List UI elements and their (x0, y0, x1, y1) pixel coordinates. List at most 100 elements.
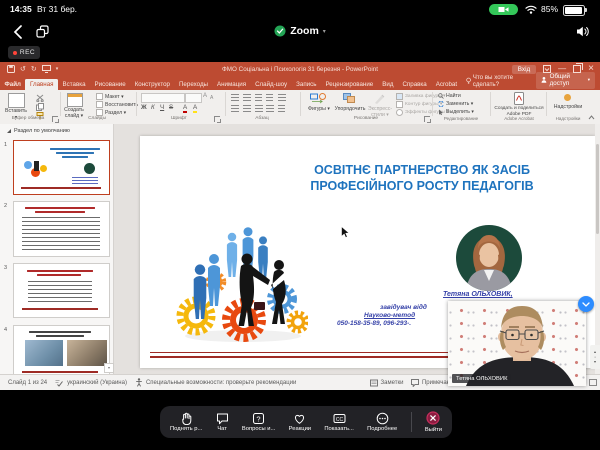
accessibility-status[interactable]: Специальные возможности: проверьте реком… (146, 380, 296, 386)
chevron-down-icon (582, 302, 590, 307)
select-button[interactable]: Выделить ▾ (438, 109, 474, 115)
slide-number: 2 (4, 203, 7, 209)
increase-indent-icon[interactable] (266, 94, 273, 101)
qat-customize-icon[interactable]: ▾ (56, 66, 59, 72)
paste-icon[interactable] (8, 93, 25, 108)
arrange-button[interactable]: Упорядочить (332, 106, 368, 112)
redo-icon[interactable]: ↻ (31, 65, 37, 73)
tab-record[interactable]: Запись (292, 79, 321, 91)
tab-home[interactable]: Главная (25, 79, 58, 91)
restore-icon[interactable] (573, 65, 581, 73)
paragraph-group-label: Абзац (227, 116, 297, 121)
tab-animations[interactable]: Анимация (213, 79, 251, 91)
section-header[interactable]: Раздел по умолчанию (7, 128, 70, 134)
tab-slideshow[interactable]: Слайд-шоу (251, 79, 292, 91)
font-dialog-launcher-icon[interactable] (214, 116, 220, 122)
qa-button[interactable]: ? Вопросы и... (242, 412, 275, 433)
adobe-pdf-button[interactable]: Создать и поделиться (492, 106, 546, 111)
shapes-button[interactable]: Фигуры ▾ (302, 106, 336, 112)
tab-file[interactable]: Файл (0, 79, 25, 91)
section-expand-icon (7, 129, 11, 133)
participant-video[interactable]: Тетяна ОЛЬХОВИК (448, 301, 586, 386)
ribbon-display-icon[interactable] (543, 65, 551, 73)
close-icon[interactable]: × (588, 65, 594, 73)
slide-thumbnail-1[interactable] (13, 140, 110, 195)
meeting-title-bar[interactable]: Zoom ▾ (0, 22, 600, 40)
save-icon[interactable] (7, 65, 15, 73)
strikethrough-button[interactable]: S (169, 104, 173, 111)
tab-review[interactable]: Рецензирование (321, 79, 378, 91)
notes-button[interactable]: Заметки (370, 379, 403, 387)
reactions-button[interactable]: Реакции (289, 412, 311, 433)
slide-scrollbar[interactable] (595, 124, 600, 375)
decrease-indent-icon[interactable] (255, 94, 262, 101)
slide-rule-thick (150, 356, 452, 358)
align-right-icon[interactable] (255, 105, 263, 112)
section-button[interactable]: Раздел ▾ (96, 109, 126, 116)
highlight-button[interactable]: А (193, 104, 197, 113)
sign-in-button[interactable]: Вхід (512, 65, 536, 74)
captions-button[interactable]: CC Показать... (324, 412, 353, 433)
underline-button[interactable]: Ч (160, 104, 164, 111)
more-button[interactable]: Подробнее (367, 412, 397, 433)
tab-draw[interactable]: Рисование (90, 79, 130, 91)
accessibility-icon[interactable] (135, 378, 143, 387)
tab-insert[interactable]: Вставка (58, 79, 90, 91)
grow-font-button[interactable]: А (203, 93, 207, 99)
share-button[interactable]: Общий доступ ▾ (536, 72, 595, 89)
arrow-down-icon: ▾ (594, 360, 596, 364)
tab-help[interactable]: Справка (398, 79, 431, 91)
columns-icon[interactable] (278, 105, 285, 112)
font-color-button[interactable]: А (183, 104, 187, 113)
video-active-pill[interactable] (489, 4, 518, 15)
addins-button[interactable]: Надстройки (546, 104, 590, 110)
minimize-icon[interactable]: — (558, 65, 566, 73)
minimize-video-button[interactable] (578, 296, 594, 312)
slideshow-icon[interactable] (42, 65, 51, 73)
tab-design[interactable]: Конструктор (130, 79, 174, 91)
thumbnail-scroll-down-button[interactable]: ▾ (104, 363, 114, 373)
speaker-photo (456, 225, 522, 291)
bold-button[interactable]: Ж (141, 104, 147, 111)
language-button[interactable]: украинский (Украина) (67, 380, 127, 386)
bullets-icon[interactable] (231, 94, 239, 101)
shape-outline-button[interactable]: Контур фигуры ▾ (396, 101, 442, 108)
view-buttons-icon[interactable] (589, 379, 597, 386)
line-spacing-icon[interactable] (278, 94, 286, 101)
clipboard-group-label: Буфер обмена (0, 116, 56, 121)
replace-button[interactable]: Заменить ▾ (438, 101, 473, 107)
copy-icon[interactable] (36, 103, 44, 111)
drawing-dialog-launcher-icon[interactable] (424, 116, 430, 122)
slide-thumbnail-2[interactable] (13, 201, 110, 257)
video-panel-handle[interactable]: ▴ ▪ ▾ (590, 345, 600, 369)
speaker-icon[interactable] (576, 26, 590, 37)
justify-icon[interactable] (266, 105, 274, 112)
italic-button[interactable]: К (151, 104, 155, 111)
cut-icon[interactable] (36, 94, 44, 102)
font-name-box[interactable] (141, 93, 185, 103)
layout-button[interactable]: Макет ▾ (96, 93, 124, 100)
spellcheck-icon[interactable] (55, 379, 63, 387)
shapes-icon (310, 93, 328, 104)
undo-icon[interactable]: ↺ (20, 65, 26, 73)
tell-me-box[interactable]: Что вы хотите сделать? (462, 74, 536, 91)
reset-button[interactable]: Восстановить (96, 101, 138, 108)
tab-transitions[interactable]: Переходы (174, 79, 212, 91)
adobe-group-label: Adobe Acrobat (492, 116, 546, 121)
collapse-ribbon-icon[interactable] (588, 115, 595, 120)
mouse-cursor-icon (341, 226, 350, 239)
find-button[interactable]: Найти (438, 93, 461, 99)
slide-thumbnail-3[interactable] (13, 263, 110, 318)
leave-button[interactable]: Выйти (425, 411, 442, 433)
slide-thumbnail-4[interactable] (13, 325, 110, 379)
shape-outline-icon (396, 101, 403, 108)
align-left-icon[interactable] (231, 105, 239, 112)
shrink-font-button[interactable]: А (210, 95, 213, 101)
align-center-icon[interactable] (243, 105, 251, 112)
tab-acrobat[interactable]: Acrobat (431, 79, 461, 91)
tab-view[interactable]: Вид (378, 79, 398, 91)
chat-button[interactable]: Чат (216, 412, 229, 433)
raise-hand-button[interactable]: Поднять р... (170, 412, 202, 433)
numbering-icon[interactable] (243, 94, 251, 101)
font-size-box[interactable] (185, 93, 202, 103)
